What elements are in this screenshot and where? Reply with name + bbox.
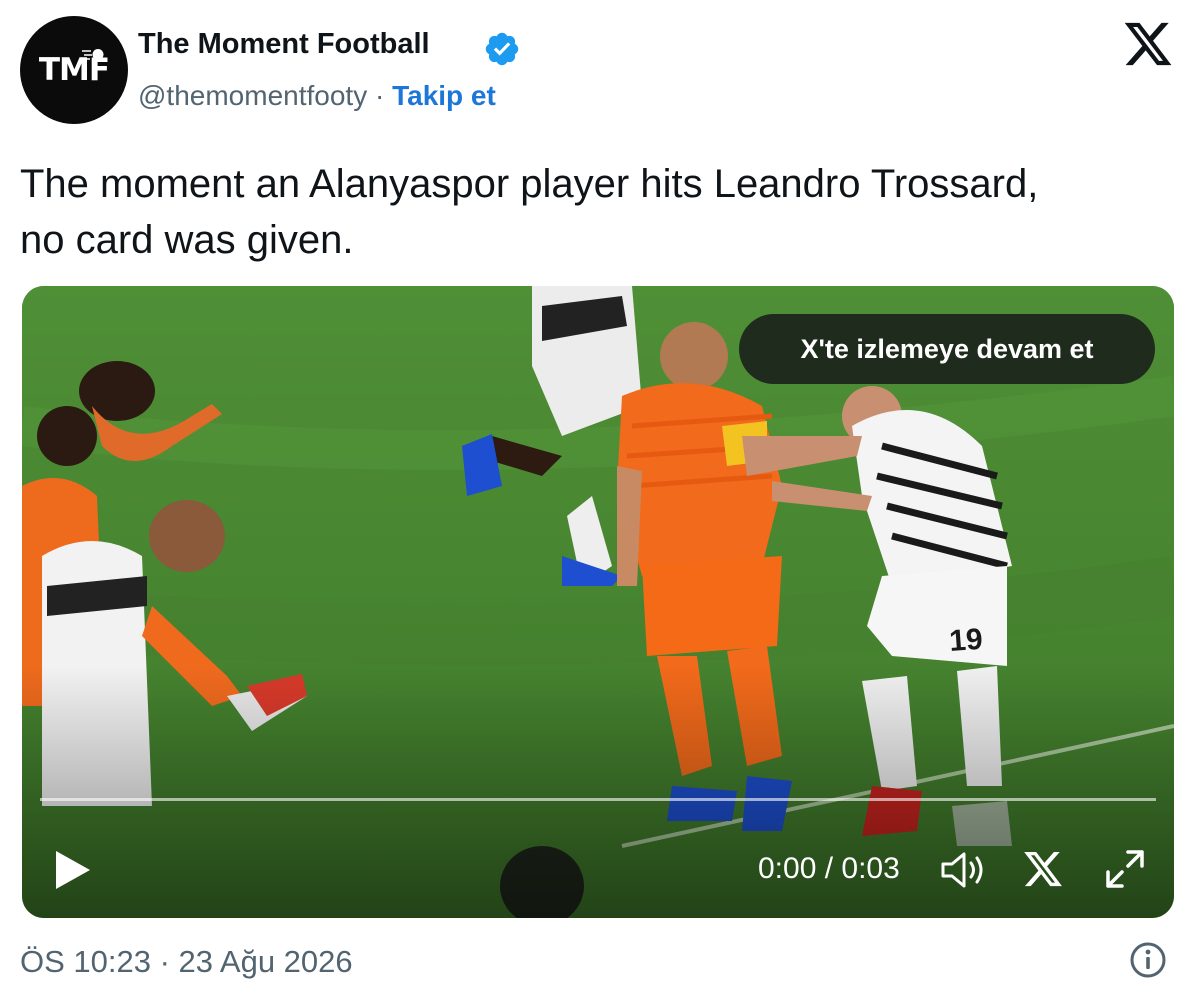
tweet-text: The moment an Alanyaspor player hits Lea… xyxy=(20,156,1180,268)
watch-on-x-button[interactable]: X'te izlemeye devam et xyxy=(739,314,1155,384)
handle[interactable]: @themomentfooty xyxy=(138,80,367,111)
tweet-text-line: no card was given. xyxy=(20,218,354,262)
fullscreen-icon[interactable] xyxy=(1104,848,1146,890)
info-icon[interactable] xyxy=(1128,940,1168,980)
x-logo-icon[interactable] xyxy=(1122,18,1174,70)
time-display: 0:00 / 0:03 xyxy=(758,852,900,885)
tweet-text-line: The moment an Alanyaspor player hits Lea… xyxy=(20,162,1039,206)
verified-badge-icon xyxy=(485,32,519,66)
handle-row: @themomentfooty · Takip et xyxy=(138,80,496,112)
avatar[interactable]: TMF xyxy=(20,16,128,124)
progress-bar[interactable] xyxy=(40,798,1156,801)
timestamp[interactable]: ÖS 10:23 · 23 Ağu 2026 xyxy=(20,944,353,980)
volume-icon[interactable] xyxy=(940,850,986,890)
ball-icon xyxy=(82,49,104,60)
x-share-icon[interactable] xyxy=(1022,848,1064,890)
play-icon[interactable] xyxy=(52,848,92,892)
display-name[interactable]: The Moment Football xyxy=(138,28,430,61)
follow-button[interactable]: Takip et xyxy=(392,80,496,111)
separator: · xyxy=(367,80,393,111)
video-player[interactable]: 19 X'te izlemeye devam et 0:00 / 0:03 xyxy=(22,286,1174,918)
